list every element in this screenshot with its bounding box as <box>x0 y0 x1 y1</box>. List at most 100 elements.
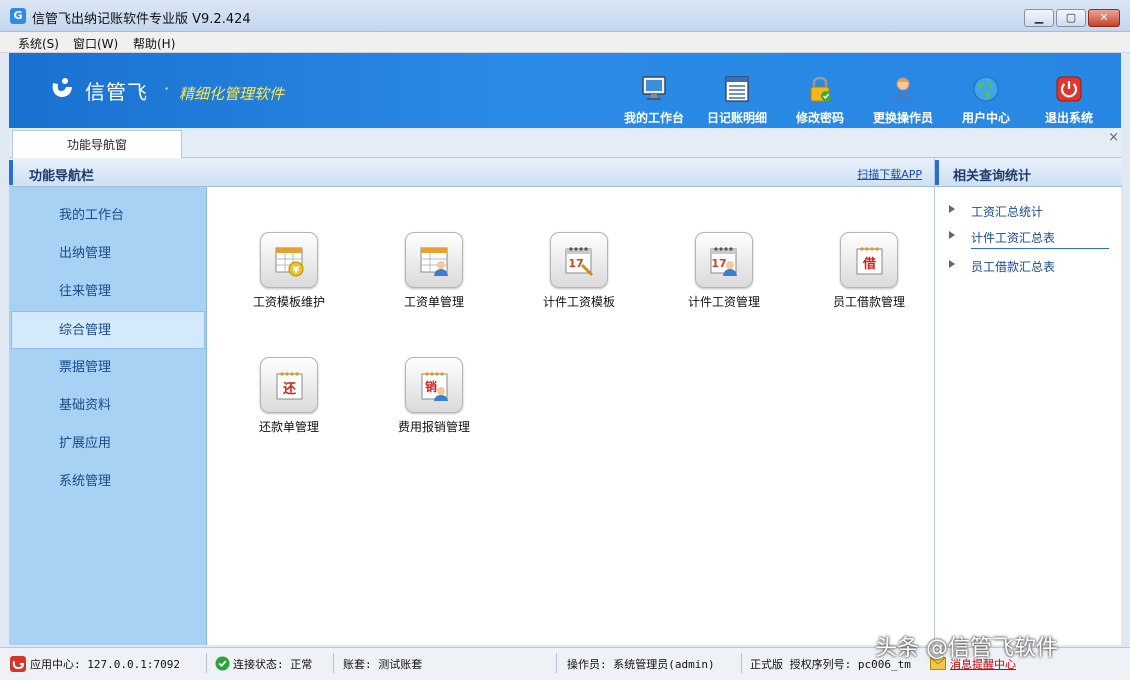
triangle-icon <box>949 205 955 213</box>
user-icon <box>892 77 914 102</box>
svg-text:17: 17 <box>711 257 726 270</box>
ledger-icon <box>725 76 749 102</box>
watermark: 头条 @信管飞软件 <box>875 636 1058 661</box>
link-label: 工资汇总统计 <box>971 205 1044 219</box>
expense-icon: 销 <box>405 357 463 413</box>
globe-icon <box>973 76 999 102</box>
center-header: 扫描下载APP <box>207 158 934 187</box>
minimize-button[interactable]: ▁ <box>1024 9 1054 27</box>
triangle-icon <box>949 260 955 268</box>
nav-item-accounts[interactable]: 往来管理 <box>9 273 207 311</box>
menu-window[interactable]: 窗口(W) <box>73 35 118 52</box>
svg-text:借: 借 <box>862 256 876 272</box>
toolbar-label: 日记账明细 <box>706 111 767 125</box>
func-repayment[interactable]: 还 还款单管理 <box>224 357 354 457</box>
nav-list: 我的工作台 出纳管理 往来管理 综合管理 票据管理 基础资料 扩展应用 系统管理 <box>9 197 207 501</box>
monitor-icon <box>642 76 666 100</box>
scan-download-app-link[interactable]: 扫描下载APP <box>857 166 922 182</box>
app-center-icon <box>10 656 26 672</box>
tab-strip: 功能导航窗 × <box>9 128 1121 159</box>
maximize-button[interactable]: ▢ <box>1056 9 1086 27</box>
left-nav-title: 功能导航栏 <box>29 169 95 184</box>
tab-close-icon[interactable]: × <box>1108 130 1119 145</box>
link-label: 计件工资汇总表 <box>971 231 1056 245</box>
tab-function-navigation[interactable]: 功能导航窗 <box>12 130 182 159</box>
window-title: 信管飞出纳记账软件专业版 V9.2.424 <box>32 12 251 27</box>
right-panel-title: 相关查询统计 <box>953 169 1032 184</box>
left-nav-panel: 功能导航栏 我的工作台 出纳管理 往来管理 综合管理 票据管理 基础资料 扩展应… <box>9 158 207 645</box>
status-operator: 操作员: 系统管理员(admin) <box>567 658 715 671</box>
func-label: 计件工资管理 <box>687 295 760 309</box>
nav-item-cashier[interactable]: 出纳管理 <box>9 235 207 273</box>
toolbar-change-password-button[interactable]: 修改密码 <box>782 73 858 127</box>
toolbar-ledger-detail-button[interactable]: 日记账明细 <box>699 73 775 127</box>
employee-loan-icon: 借 <box>840 232 898 288</box>
divider <box>741 653 742 673</box>
status-connection: 连接状态: 正常 <box>233 658 313 671</box>
payslip-icon <box>405 232 463 288</box>
func-payslip[interactable]: 工资单管理 <box>369 232 499 332</box>
svg-text:销: 销 <box>425 379 437 394</box>
title-bar: G 信管飞出纳记账软件专业版 V9.2.424 ▁ ▢ ✕ <box>0 0 1130 32</box>
func-label: 工资模板维护 <box>252 295 325 309</box>
toolbar-user-center-button[interactable]: 用户中心 <box>948 73 1024 127</box>
svg-text:¥: ¥ <box>293 265 300 276</box>
func-employee-loan[interactable]: 借 员工借款管理 <box>804 232 934 332</box>
svg-text:还: 还 <box>282 381 297 397</box>
lock-icon <box>810 76 831 102</box>
func-label: 还款单管理 <box>258 420 319 434</box>
left-nav-header: 功能导航栏 <box>9 158 207 187</box>
status-account: 账套: 测试账套 <box>343 658 423 671</box>
logo-icon <box>52 78 72 97</box>
nav-item-extensions[interactable]: 扩展应用 <box>9 425 207 463</box>
func-salary-template[interactable]: ¥ 工资模板维护 <box>224 232 354 332</box>
window-controls: ▁ ▢ ✕ <box>1024 9 1120 27</box>
hover-underline <box>971 248 1109 249</box>
func-label: 计件工资模板 <box>542 295 615 309</box>
power-icon <box>1056 76 1082 102</box>
nav-item-system[interactable]: 系统管理 <box>9 463 207 501</box>
func-label: 员工借款管理 <box>832 295 905 309</box>
brand-slogan: 精细化管理软件 <box>179 85 285 103</box>
toolbar-label: 更换操作员 <box>872 111 933 125</box>
triangle-icon <box>949 231 955 239</box>
svg-text:17: 17 <box>568 257 583 270</box>
status-app-center: 应用中心: 127.0.0.1:7092 <box>30 658 180 671</box>
brand-dot: · <box>164 79 170 98</box>
func-label: 费用报销管理 <box>397 420 470 434</box>
toolbar-switch-operator-button[interactable]: 更换操作员 <box>865 73 941 127</box>
toolbar-label: 用户中心 <box>961 111 1010 125</box>
app-icon: G <box>10 8 26 24</box>
header-accent <box>9 160 13 185</box>
toolbar-my-workbench-button[interactable]: 我的工作台 <box>616 73 692 127</box>
toolbar-label: 退出系统 <box>1044 111 1093 125</box>
func-label: 工资单管理 <box>403 295 464 309</box>
right-panel-header: 相关查询统计 <box>935 158 1122 187</box>
close-button[interactable]: ✕ <box>1088 9 1120 27</box>
func-piecework-manage[interactable]: 17 计件工资管理 <box>659 232 789 332</box>
menu-system[interactable]: 系统(S) <box>18 35 59 52</box>
check-circle-icon <box>215 656 230 671</box>
repayment-icon: 还 <box>260 357 318 413</box>
nav-item-basic-data[interactable]: 基础资料 <box>9 387 207 425</box>
menu-help[interactable]: 帮助(H) <box>133 35 175 52</box>
header-accent <box>935 160 939 185</box>
func-piecework-template[interactable]: 17 计件工资模板 <box>514 232 644 332</box>
salary-template-icon: ¥ <box>260 232 318 288</box>
nav-item-my-workbench[interactable]: 我的工作台 <box>9 197 207 235</box>
piecework-template-icon: 17 <box>550 232 608 288</box>
func-expense[interactable]: 销 费用报销管理 <box>369 357 499 457</box>
nav-item-bills[interactable]: 票据管理 <box>9 349 207 387</box>
divider <box>206 653 207 673</box>
toolbar-label: 修改密码 <box>795 111 844 125</box>
related-query-panel: 相关查询统计 工资汇总统计 计件工资汇总表 员工借款汇总表 <box>934 158 1122 645</box>
divider <box>333 653 334 673</box>
link-label: 员工借款汇总表 <box>971 260 1056 274</box>
piecework-manage-icon: 17 <box>695 232 753 288</box>
toolbar-exit-button[interactable]: 退出系统 <box>1031 73 1107 127</box>
toolbar-label: 我的工作台 <box>623 111 684 125</box>
brand-name: 信管飞 <box>85 80 148 104</box>
menu-bar: 系统(S) 窗口(W) 帮助(H) <box>0 32 1130 53</box>
banner: 信管飞 · 精细化管理软件 我的工作台 日记账明细 修改密码 更换操作员 用户中… <box>9 53 1121 128</box>
nav-item-comprehensive[interactable]: 综合管理 <box>11 311 205 349</box>
